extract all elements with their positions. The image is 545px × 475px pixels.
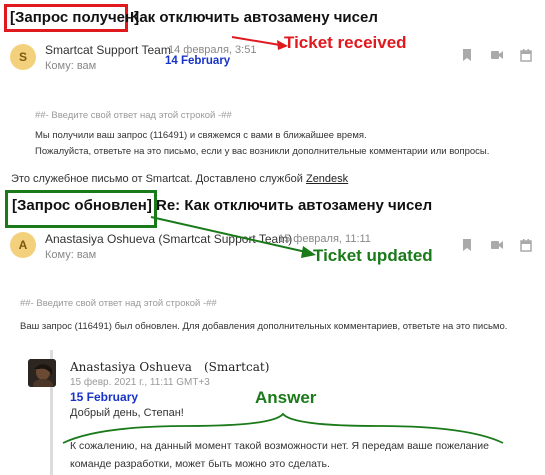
ticket1-body-line-2: Пожалуйста, ответьте на это письмо, если… [35,146,490,157]
ticket2-recipient: Кому: вам [45,249,97,261]
video-icon[interactable] [490,48,504,62]
reply-avatar [28,359,56,387]
video-icon[interactable] [490,238,504,252]
ticket1-footer: Это служебное письмо от Smartcat. Достав… [11,173,348,185]
ticket1-date-note: 14 February [165,55,231,67]
ticket-updated-annotation: Ticket updated [313,246,433,265]
bookmark-icon[interactable] [460,238,474,252]
zendesk-link[interactable]: Zendesk [306,173,348,185]
ticket2-avatar: A [10,232,36,258]
calendar-icon[interactable] [519,238,533,252]
ticket-received-arrow [231,36,288,50]
ticket2-subject: Re: Как отключить автозамену чисел [156,197,433,214]
reply-text-line-1: К сожалению, на данный момент такой возм… [70,440,489,452]
calendar-icon[interactable] [519,48,533,62]
ticket1-subject: Как отключить автозамену чисел [130,9,378,26]
ticket-updated-arrow [150,216,316,258]
answer-annotation: Answer [255,388,317,407]
ticket2-body-line: Ваш запрос (116491) был обновлен. Для до… [20,321,508,332]
reply-author[interactable]: Anastasiya Oshueva [70,360,192,374]
ticket1-reply-marker: ##- Введите свой ответ над этой строкой … [35,110,232,121]
ticket1-sender[interactable]: Smartcat Support Team [45,43,171,57]
ticket1-recipient: Кому: вам [45,60,97,72]
reply-text-line-2: команде разработки, может быть можно это… [70,458,330,470]
reply-timestamp: 15 февр. 2021 г., 11:11 GMT+3 [70,377,210,388]
reply-date-note: 15 February [70,390,139,404]
ticket-received-annotation: Ticket received [284,33,407,52]
ticket2-reply-marker: ##- Введите свой ответ над этой строкой … [20,298,217,309]
ticket2-status-tag: [Запрос обновлен] [12,197,152,214]
ticket1-footer-text: Это служебное письмо от Smartcat. Достав… [11,173,306,185]
ticket1-status-tag: [Запрос получен] [10,9,140,26]
ticket1-body-line-1: Мы получили ваш запрос (116491) и свяжем… [35,130,367,141]
bookmark-icon[interactable] [460,48,474,62]
reply-org: (Smartcat) [204,360,270,374]
ticket1-avatar: S [10,44,36,70]
